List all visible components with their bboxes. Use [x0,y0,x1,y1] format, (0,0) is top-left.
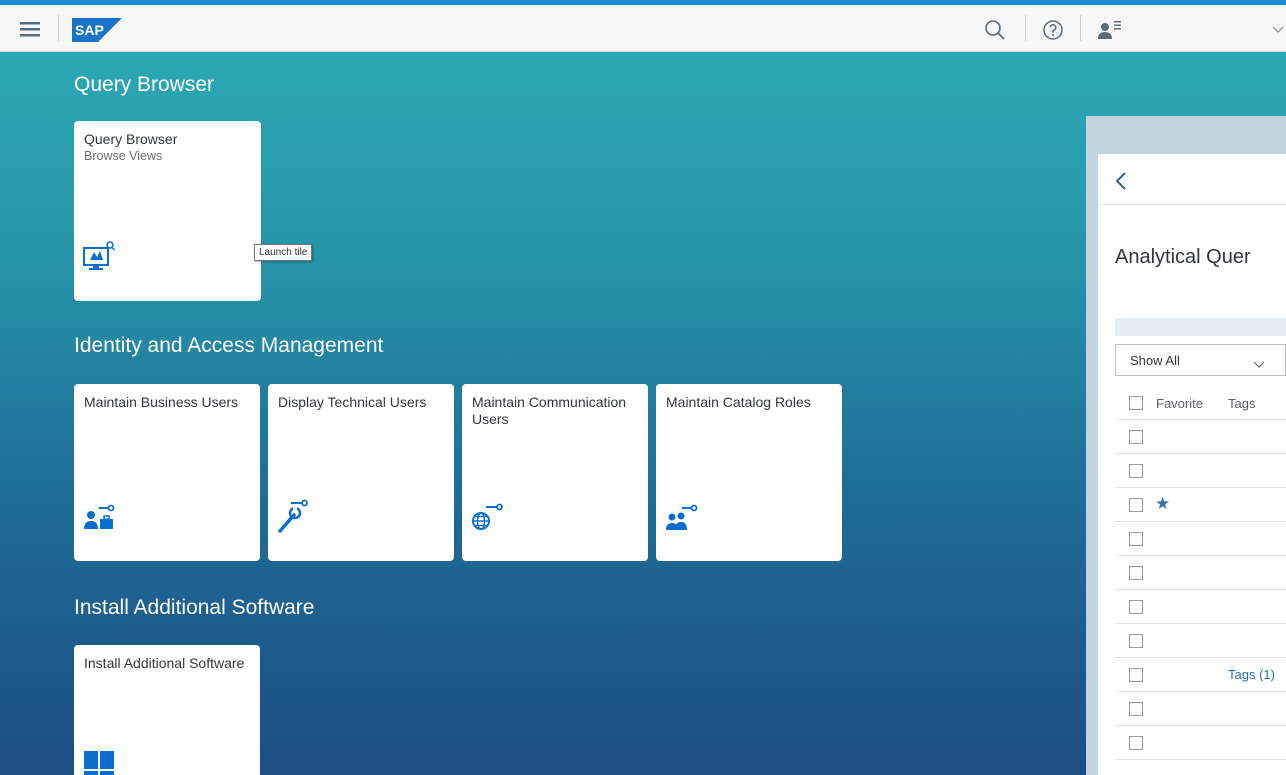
table-row[interactable] [1115,692,1286,726]
tile-install-additional-software[interactable]: Install Additional Software [74,645,260,775]
row-checkbox[interactable] [1129,600,1143,614]
sap-logo[interactable]: SAP [72,18,122,42]
tile-maintain-communication-users[interactable]: Maintain Communication Users [462,384,648,561]
table-row[interactable] [1115,454,1286,488]
panel-header-separator [1098,204,1286,205]
group-title-query-browser: Query Browser [74,73,215,96]
shell-bar: SAP [0,5,1286,52]
user-menu-icon[interactable] [1096,17,1126,43]
row-checkbox[interactable] [1129,668,1143,682]
row-checkbox[interactable] [1129,430,1143,444]
tile-title: Maintain Business Users [84,394,239,410]
table-row[interactable] [1115,420,1286,454]
tags-link[interactable]: Tags (1) [1228,667,1275,682]
install-software-icon [82,749,114,775]
tile-title: Display Technical Users [278,394,427,410]
favorite-star-icon[interactable]: ★ [1155,494,1170,514]
query-browser-icon [82,239,116,271]
column-header-favorite: Favorite [1156,396,1203,411]
shell-separator [1025,15,1026,41]
tile-query-browser[interactable]: Query Browser Browse Views [74,121,261,301]
communication-users-icon [470,499,503,531]
tile-title: Install Additional Software [84,655,245,671]
chevron-down-icon [1252,357,1266,368]
table-row[interactable] [1115,556,1286,590]
select-all-checkbox[interactable] [1129,396,1143,410]
tile-display-technical-users[interactable]: Display Technical Users [268,384,454,561]
row-checkbox[interactable] [1129,702,1143,716]
tile-title: Query Browser [84,131,178,147]
table-row[interactable] [1115,726,1286,760]
row-checkbox[interactable] [1129,498,1143,512]
panel-title: Analytical Quer [1115,246,1251,268]
back-arrow-icon[interactable] [1112,168,1132,194]
row-checkbox[interactable] [1129,634,1143,648]
svg-text:SAP: SAP [75,22,104,38]
technical-users-icon [276,499,308,533]
tile-title: Maintain Catalog Roles [666,394,811,410]
row-checkbox[interactable] [1129,532,1143,546]
group-title-identity-access: Identity and Access Management [74,334,384,357]
business-users-icon [82,499,115,531]
table-row[interactable] [1115,590,1286,624]
tile-maintain-catalog-roles[interactable]: Maintain Catalog Roles [656,384,842,561]
shell-separator [1080,15,1081,41]
table-header: Favorite Tags [1115,386,1286,420]
tile-maintain-business-users[interactable]: Maintain Business Users [74,384,260,561]
row-checkbox[interactable] [1129,736,1143,750]
table-row[interactable]: ★ [1115,488,1286,522]
row-checkbox[interactable] [1129,464,1143,478]
shell-separator [58,15,59,41]
launch-tile-tooltip: Launch tile [254,244,313,261]
tile-subtitle: Browse Views [84,149,163,163]
row-checkbox[interactable] [1129,566,1143,580]
analytical-queries-panel: Analytical Quer Show All Favorite Tags ★… [1098,154,1286,775]
chevron-down-icon[interactable] [1270,23,1286,37]
table-row[interactable] [1115,624,1286,658]
table-row[interactable]: Tags (1) [1115,658,1286,692]
catalog-roles-icon [664,499,698,531]
help-icon[interactable] [1040,17,1066,43]
group-title-install-software: Install Additional Software [74,596,315,619]
hamburger-menu-icon[interactable] [18,19,42,39]
filter-select-value: Show All [1130,353,1180,368]
panel-toolbar-strip [1115,318,1286,336]
column-header-tags: Tags [1228,396,1256,411]
filter-select[interactable]: Show All [1115,344,1286,376]
tile-title: Maintain Communication Users [472,394,627,427]
table-row[interactable] [1115,522,1286,556]
search-icon[interactable] [982,17,1008,43]
